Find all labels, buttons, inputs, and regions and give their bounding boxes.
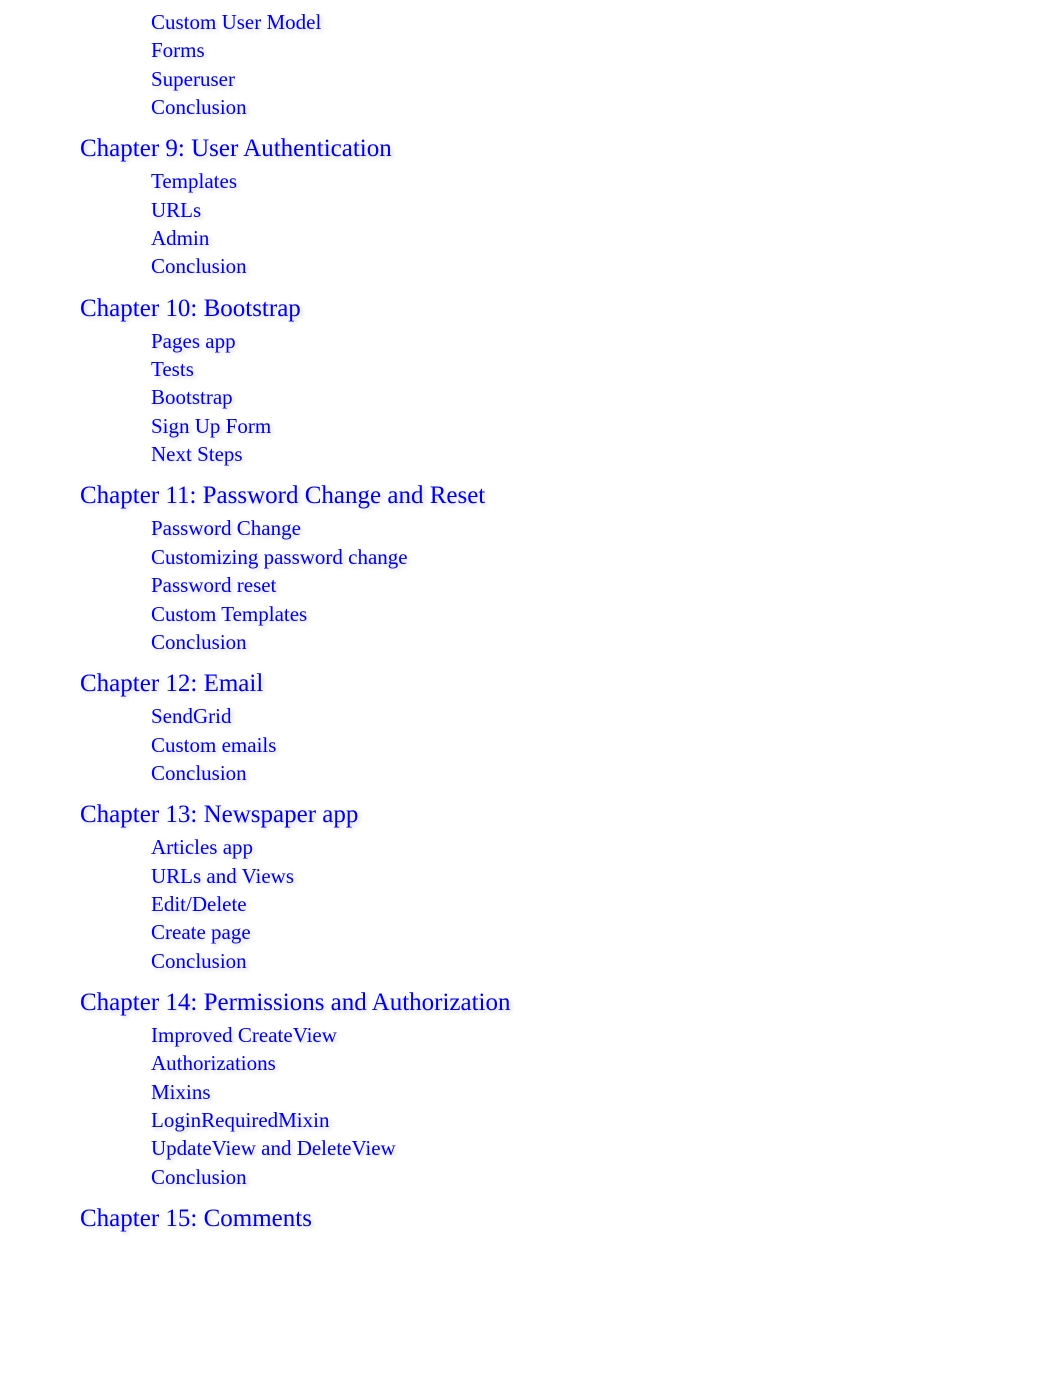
toc-subsection-list: Pages appTestsBootstrapSign Up FormNext … (80, 327, 1062, 469)
toc-subsection-link[interactable]: Custom Templates (151, 600, 1062, 628)
toc-subsection-link[interactable]: URLs and Views (151, 862, 1062, 890)
toc-chapter-link[interactable]: Chapter 13: Newspaper app (80, 801, 1062, 829)
toc-subsection-link[interactable]: Tests (151, 355, 1062, 383)
toc-chapter-link[interactable]: Chapter 10: Bootstrap (80, 295, 1062, 323)
toc-subsection-link[interactable]: Password Change (151, 514, 1062, 542)
toc-subsection-link[interactable]: Templates (151, 167, 1062, 195)
toc-subsection-link[interactable]: Next Steps (151, 440, 1062, 468)
toc-subsection-link[interactable]: Sign Up Form (151, 412, 1062, 440)
toc-subsection-link[interactable]: Articles app (151, 833, 1062, 861)
toc-subsection-link[interactable]: Custom User Model (151, 8, 1062, 36)
toc-subsection-link[interactable]: Mixins (151, 1078, 1062, 1106)
toc-chapter-link[interactable]: Chapter 12: Email (80, 670, 1062, 698)
toc-subsection-link[interactable]: Admin (151, 224, 1062, 252)
toc-subsection-link[interactable]: LoginRequiredMixin (151, 1106, 1062, 1134)
toc-subsection-link[interactable]: Bootstrap (151, 383, 1062, 411)
toc-chapter-link[interactable]: Chapter 9: User Authentication (80, 135, 1062, 163)
toc-subsection-link[interactable]: Conclusion (151, 759, 1062, 787)
toc-subsection-link[interactable]: Conclusion (151, 252, 1062, 280)
toc-subsection-link[interactable]: Forms (151, 36, 1062, 64)
toc-subsection-list: Improved CreateViewAuthorizationsMixinsL… (80, 1021, 1062, 1191)
toc-subsection-link[interactable]: Superuser (151, 65, 1062, 93)
toc-subsection-link[interactable]: URLs (151, 196, 1062, 224)
toc-chapter-link[interactable]: Chapter 15: Comments (80, 1205, 1062, 1233)
toc-subsection-link[interactable]: Customizing password change (151, 543, 1062, 571)
toc-subsection-list: Articles appURLs and ViewsEdit/DeleteCre… (80, 833, 1062, 975)
toc-subsection-link[interactable]: Create page (151, 918, 1062, 946)
toc-subsection-link[interactable]: Conclusion (151, 1163, 1062, 1191)
table-of-contents: Custom User ModelFormsSuperuserConclusio… (0, 0, 1062, 1233)
toc-subsection-link[interactable]: Improved CreateView (151, 1021, 1062, 1049)
toc-subsection-link[interactable]: Custom emails (151, 731, 1062, 759)
toc-subsection-link[interactable]: Conclusion (151, 628, 1062, 656)
toc-chapter-link[interactable]: Chapter 14: Permissions and Authorizatio… (80, 989, 1062, 1017)
toc-subsection-link[interactable]: Edit/Delete (151, 890, 1062, 918)
toc-subsection-link[interactable]: Authorizations (151, 1049, 1062, 1077)
toc-subsection-list: TemplatesURLsAdminConclusion (80, 167, 1062, 280)
toc-subsection-link[interactable]: Conclusion (151, 947, 1062, 975)
toc-subsection-link[interactable]: SendGrid (151, 702, 1062, 730)
toc-subsection-list: Password ChangeCustomizing password chan… (80, 514, 1062, 656)
toc-subsection-link[interactable]: Pages app (151, 327, 1062, 355)
toc-subsection-list: SendGridCustom emailsConclusion (80, 702, 1062, 787)
toc-subsection-link[interactable]: UpdateView and DeleteView (151, 1134, 1062, 1162)
toc-subsection-link[interactable]: Password reset (151, 571, 1062, 599)
toc-chapter-link[interactable]: Chapter 11: Password Change and Reset (80, 482, 1062, 510)
leading-subsection-list: Custom User ModelFormsSuperuserConclusio… (80, 8, 1062, 121)
toc-subsection-link[interactable]: Conclusion (151, 93, 1062, 121)
